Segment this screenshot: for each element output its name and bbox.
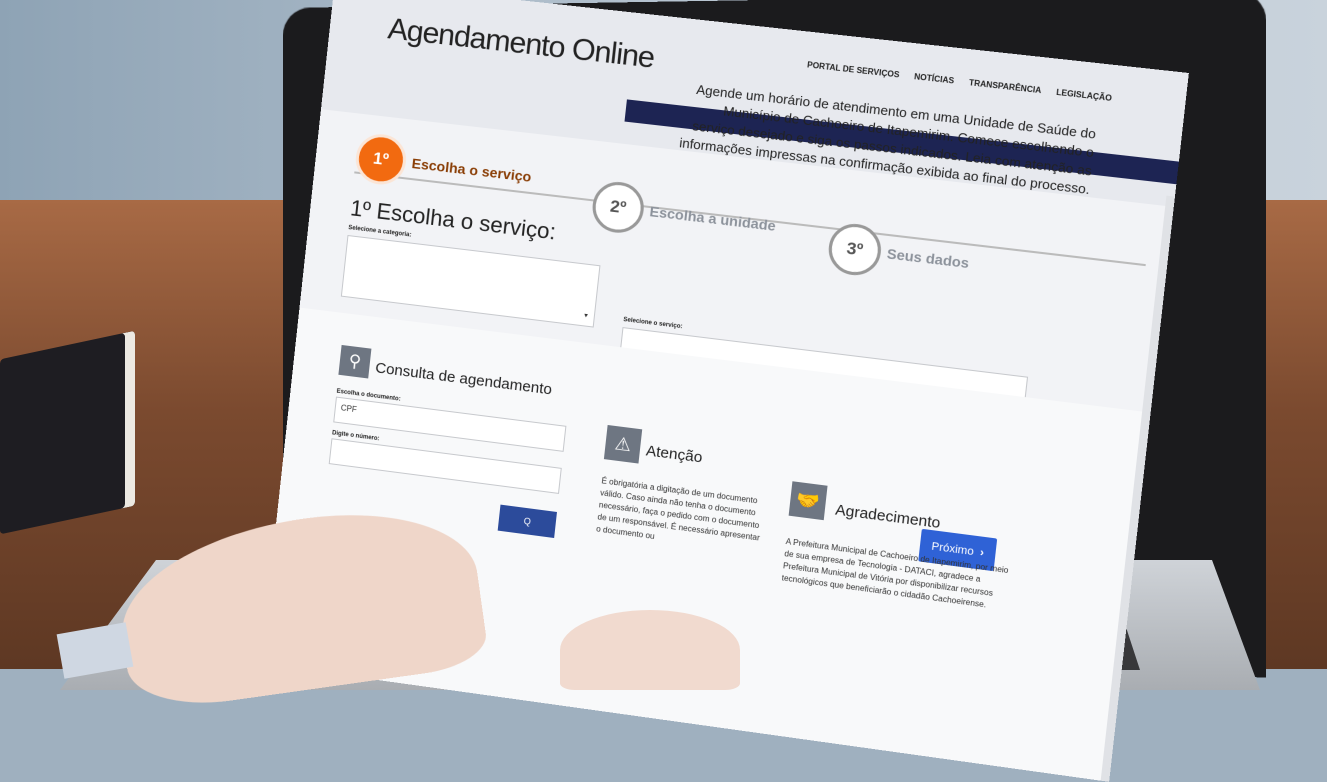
right-hand — [560, 610, 740, 690]
search-icon: ⚲ — [338, 344, 372, 379]
warning-icon: ⚠ — [603, 424, 643, 464]
chevron-down-icon: ▾ — [583, 312, 589, 320]
step-2: 2º Escolha a unidade — [590, 179, 778, 251]
step-3-label: Seus dados — [886, 245, 970, 272]
chevron-right-icon: › — [979, 546, 985, 560]
step-1: 1º Escolha o serviço — [353, 131, 534, 202]
step-1-circle: 1º — [353, 131, 409, 188]
step-2-label: Escolha a unidade — [648, 203, 777, 234]
step-2-circle: 2º — [590, 179, 647, 236]
step-1-label: Escolha o serviço — [410, 154, 533, 185]
category-select[interactable]: ▾ — [340, 234, 601, 328]
handshake-icon: 🤝 — [788, 481, 828, 521]
black-notebook — [0, 330, 135, 535]
step-3: 3º Seus dados — [826, 221, 972, 288]
step-3-circle: 3º — [826, 221, 884, 279]
